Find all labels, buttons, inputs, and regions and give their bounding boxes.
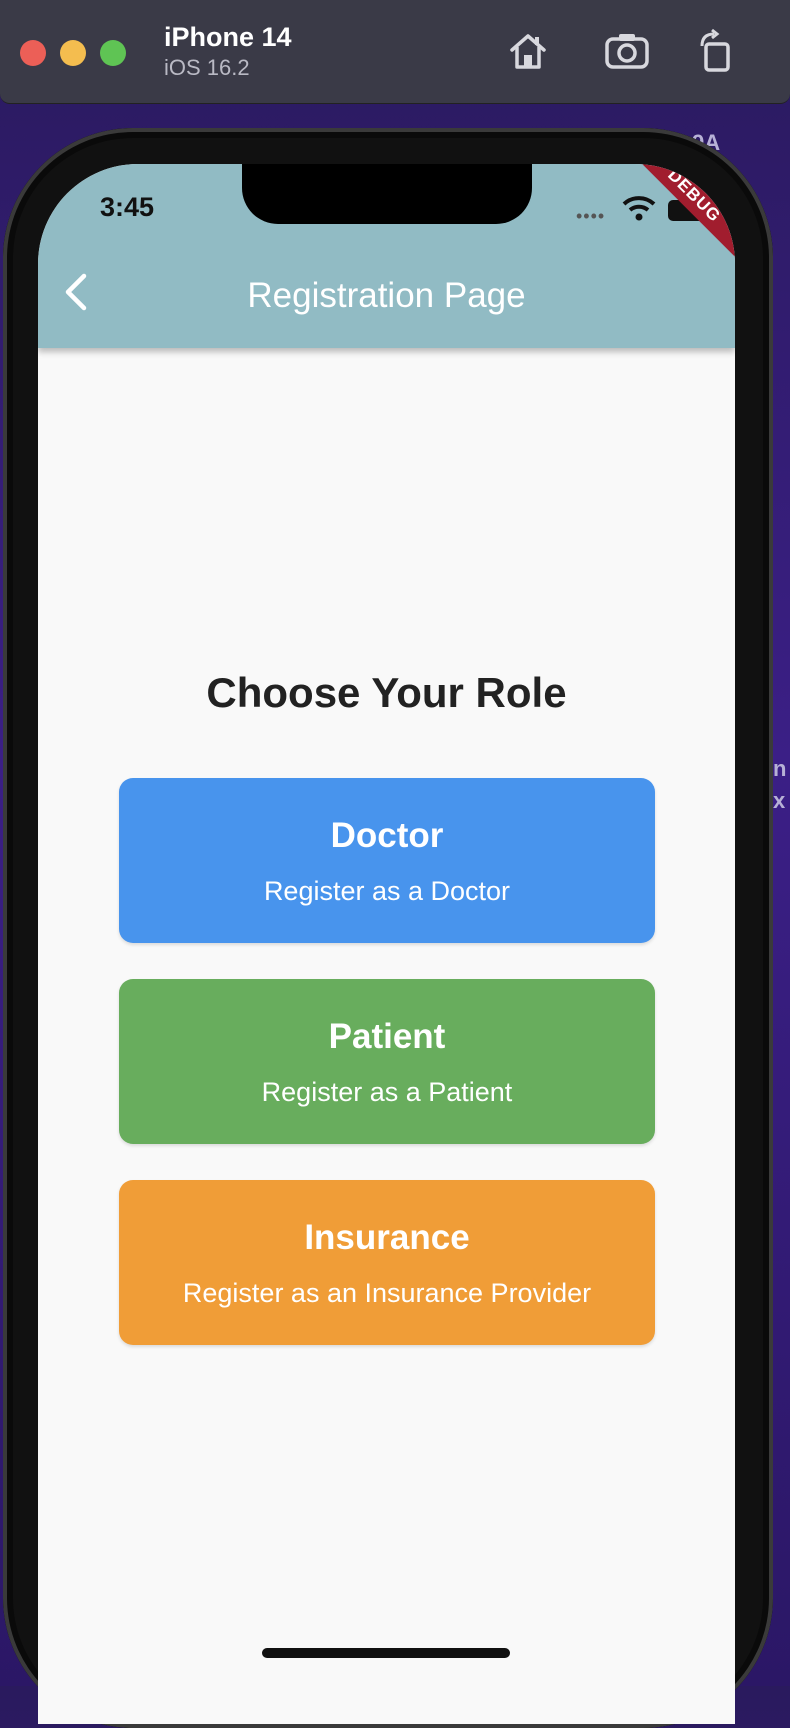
- patient-role-button[interactable]: Patient Register as a Patient: [119, 979, 655, 1144]
- role-subtitle: Register as an Insurance Provider: [182, 1278, 592, 1308]
- zoom-window-button[interactable]: [100, 40, 126, 66]
- simulator-title-bar: iPhone 14 iOS 16.2: [0, 0, 790, 104]
- page-title: Registration Page: [247, 276, 526, 315]
- background-window-fragment: x: [773, 788, 786, 813]
- signal-dots-icon: ••••: [576, 206, 606, 226]
- simulator-device-name: iPhone 14: [164, 22, 292, 52]
- minimize-window-button[interactable]: [60, 40, 86, 66]
- device-notch: [242, 164, 532, 224]
- doctor-role-button[interactable]: Doctor Register as a Doctor: [119, 778, 655, 943]
- rotate-icon[interactable]: [694, 28, 740, 74]
- background-window-fragment: n: [773, 756, 787, 781]
- role-subtitle: Register as a Doctor: [263, 876, 511, 906]
- insurance-role-button[interactable]: Insurance Register as an Insurance Provi…: [119, 1180, 655, 1345]
- role-name: Insurance: [304, 1218, 470, 1257]
- choose-role-heading: Choose Your Role: [206, 669, 567, 716]
- home-icon[interactable]: [505, 28, 551, 74]
- wifi-icon: [622, 196, 656, 221]
- role-name: Patient: [328, 1017, 446, 1056]
- screenshot-icon[interactable]: [604, 28, 650, 74]
- home-indicator[interactable]: [262, 1648, 510, 1658]
- role-name: Doctor: [330, 816, 444, 855]
- role-subtitle: Register as a Patient: [261, 1077, 513, 1107]
- close-window-button[interactable]: [20, 40, 46, 66]
- status-time: 3:45: [100, 192, 155, 222]
- phone-screen: 3:45 •••• Registration Page DEBUG Choose…: [38, 164, 735, 1724]
- simulator-os-version: iOS 16.2: [164, 55, 250, 80]
